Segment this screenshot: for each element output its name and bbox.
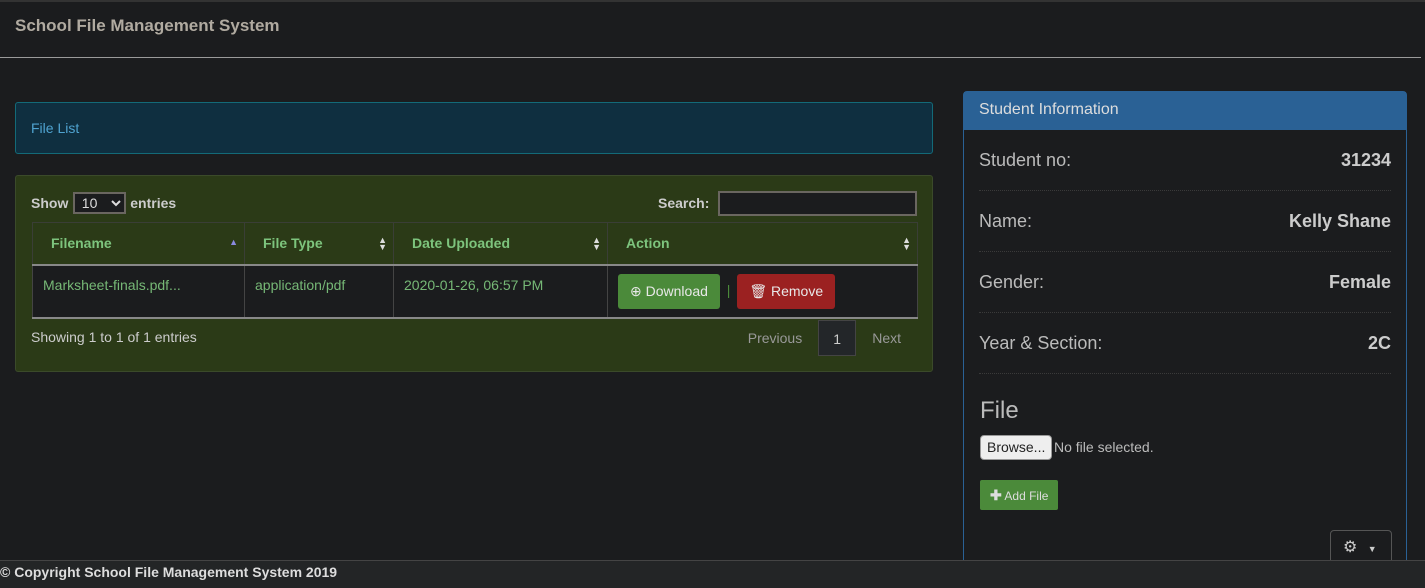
download-button[interactable]: ⊕ Download xyxy=(618,273,720,309)
page-size-select[interactable]: 10 xyxy=(72,192,126,214)
next-button[interactable]: Next xyxy=(856,330,917,346)
plus-icon: ✚ xyxy=(990,487,1002,503)
file-heading: File xyxy=(980,397,1019,424)
table-row: Marksheet-finals.pdf... application/pdf … xyxy=(32,264,918,319)
caret-down-icon: ▼ xyxy=(1367,544,1377,554)
cell-date: 2020-01-26, 06:57 PM xyxy=(393,264,608,319)
gear-icon: ⚙ xyxy=(1343,539,1358,556)
action-separator: | xyxy=(726,281,731,298)
download-icon: ⊕ xyxy=(630,282,642,299)
pagination: Previous 1 Next xyxy=(732,320,917,356)
copyright-text: © Copyright School File Management Syste… xyxy=(0,564,338,580)
gender-row: Gender: Female xyxy=(979,252,1391,313)
page-1-button[interactable]: 1 xyxy=(818,320,857,356)
file-status: No file selected. xyxy=(1054,439,1154,455)
year-section-row: Year & Section: 2C xyxy=(979,313,1391,374)
student-info-title: Student Information xyxy=(964,92,1406,130)
sort-icon: ▲ ▼ xyxy=(592,235,601,252)
show-label: Show xyxy=(31,195,69,211)
sort-icon: ▲ ▼ xyxy=(902,235,911,252)
file-list-header: File List xyxy=(15,102,933,154)
entries-label: entries xyxy=(130,195,177,211)
top-border xyxy=(0,0,1425,2)
sort-asc-icon: ▲ xyxy=(229,237,238,247)
name-row: Name: Kelly Shane xyxy=(979,191,1391,252)
search-input[interactable] xyxy=(718,191,917,216)
cell-filename: Marksheet-finals.pdf... xyxy=(32,264,245,319)
cell-file-type: application/pdf xyxy=(244,264,394,319)
student-no-row: Student no: 31234 xyxy=(979,130,1391,191)
student-info-panel: Student Information Student no: 31234 Nam… xyxy=(963,91,1407,571)
remove-button[interactable]: 🗑 Remove xyxy=(737,273,836,309)
file-table-panel: Show 10 entries Search: Filename ▲ File T… xyxy=(15,175,933,372)
browse-button[interactable]: Browse... xyxy=(980,435,1053,460)
sort-icon: ▲ ▼ xyxy=(378,235,387,252)
page-size-control: Show 10 entries xyxy=(31,192,176,214)
app-title: School File Management System xyxy=(15,16,280,35)
column-filename[interactable]: Filename ▲ xyxy=(32,222,245,266)
footer: © Copyright School File Management Syste… xyxy=(0,560,1425,588)
column-file-type[interactable]: File Type ▲ ▼ xyxy=(244,222,394,266)
previous-button[interactable]: Previous xyxy=(732,330,818,346)
cell-action: ⊕ Download | 🗑 Remove xyxy=(607,264,918,319)
column-action[interactable]: Action ▲ ▼ xyxy=(607,222,918,266)
divider xyxy=(0,57,1421,58)
add-file-button[interactable]: ✚ Add File xyxy=(980,480,1059,510)
table-info: Showing 1 to 1 of 1 entries xyxy=(31,329,197,345)
trash-icon: 🗑 xyxy=(749,282,768,299)
column-date-uploaded[interactable]: Date Uploaded ▲ ▼ xyxy=(393,222,608,266)
search-label: Search: xyxy=(658,195,710,211)
file-list-title: File List xyxy=(31,120,80,136)
file-table: Filename ▲ File Type ▲ ▼ Date Uploaded ▲ ▼ Ac… xyxy=(32,222,918,319)
